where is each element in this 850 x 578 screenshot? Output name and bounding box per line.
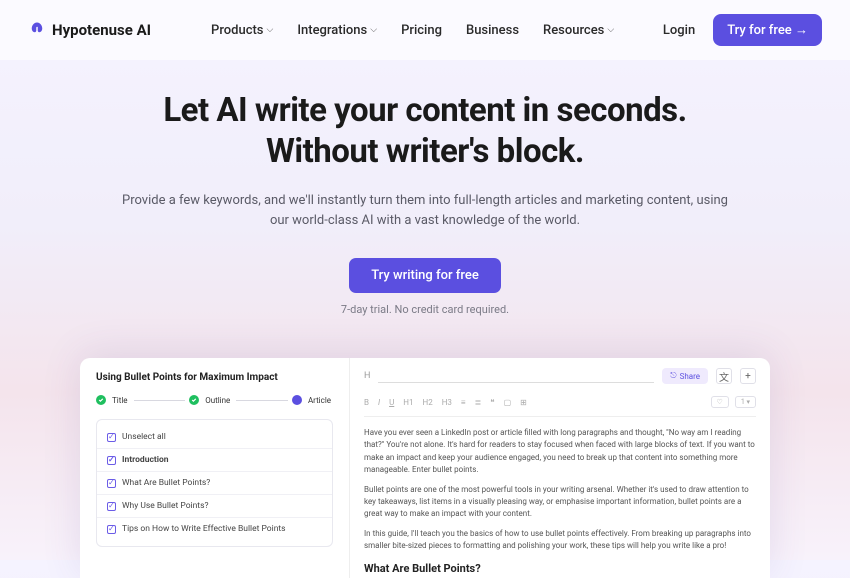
top-nav: Hypotenuse AI Products⌵ Integrations⌵ Pr…	[0, 0, 850, 60]
outline-list: Unselect all Introduction What Are Bulle…	[96, 419, 333, 547]
hero-section: Let AI write your content in seconds. Wi…	[0, 60, 850, 330]
preview-sidebar: Using Bullet Points for Maximum Impact T…	[80, 358, 350, 578]
share-button[interactable]: ⎋Share	[662, 368, 708, 384]
step-active-icon	[292, 395, 302, 405]
document-title: Using Bullet Points for Maximum Impact	[96, 372, 333, 383]
h1-icon[interactable]: H1	[403, 398, 413, 407]
editor-header: H ⎋Share 文 +	[364, 368, 756, 384]
try-free-button[interactable]: Try for free →	[713, 14, 822, 46]
shield-icon[interactable]: ♡	[711, 396, 729, 408]
step-article[interactable]: Article	[308, 396, 331, 405]
h2-icon[interactable]: H2	[422, 398, 432, 407]
outline-item[interactable]: Introduction	[97, 449, 332, 472]
outline-item[interactable]: Tips on How to Write Effective Bullet Po…	[97, 518, 332, 540]
ordered-list-icon[interactable]: ≣	[475, 398, 482, 407]
nav-menu: Products⌵ Integrations⌵ Pricing Business…	[211, 23, 614, 38]
outline-item[interactable]: Why Use Bullet Points?	[97, 495, 332, 518]
paragraph: Have you ever seen a LinkedIn post or ar…	[364, 427, 756, 477]
quote-icon[interactable]: ❝	[490, 398, 494, 407]
checkbox-icon[interactable]	[107, 479, 116, 488]
nav-item-integrations[interactable]: Integrations⌵	[297, 23, 377, 38]
nav-item-resources[interactable]: Resources⌵	[543, 23, 614, 38]
list-icon[interactable]: ≡	[461, 398, 466, 407]
checkbox-icon[interactable]	[107, 456, 116, 465]
nav-item-products[interactable]: Products⌵	[211, 23, 273, 38]
step-check-icon	[96, 395, 106, 405]
italic-icon[interactable]: I	[378, 398, 380, 407]
step-connector	[134, 400, 186, 401]
step-check-icon	[189, 395, 199, 405]
checkbox-icon[interactable]	[107, 525, 116, 534]
hero-title: Let AI write your content in seconds. Wi…	[80, 90, 770, 173]
checkbox-icon[interactable]	[107, 433, 116, 442]
heading-prefix: H	[364, 371, 370, 381]
preview-editor: H ⎋Share 文 + B I U H1 H2 H3 ≡ ≣ ❝ ▢ ⊞ ♡ …	[350, 358, 770, 578]
brand-name: Hypotenuse AI	[52, 21, 151, 39]
plus-icon[interactable]: +	[740, 368, 756, 384]
hero-subtitle: Provide a few keywords, and we'll instan…	[115, 191, 735, 233]
wizard-steps: Title Outline Article	[96, 395, 333, 405]
app-preview: Using Bullet Points for Maximum Impact T…	[80, 358, 770, 578]
editor-content[interactable]: Have you ever seen a LinkedIn post or ar…	[364, 417, 756, 577]
counter-badge[interactable]: 1 ▾	[735, 396, 756, 408]
table-icon[interactable]: ⊞	[520, 398, 527, 407]
brand-logo[interactable]: Hypotenuse AI	[28, 21, 151, 39]
editor-toolbar: B I U H1 H2 H3 ≡ ≣ ❝ ▢ ⊞ ♡ 1 ▾	[364, 392, 756, 417]
login-link[interactable]: Login	[663, 23, 695, 38]
image-icon[interactable]: ▢	[504, 398, 512, 407]
paragraph: Bullet points are one of the most powerf…	[364, 484, 756, 521]
step-title[interactable]: Title	[112, 396, 128, 405]
try-writing-button[interactable]: Try writing for free	[349, 258, 501, 293]
content-heading: What Are Bullet Points?	[364, 560, 756, 577]
title-input[interactable]	[378, 369, 654, 383]
h3-icon[interactable]: H3	[442, 398, 452, 407]
step-connector	[236, 400, 288, 401]
underline-icon[interactable]: U	[389, 398, 394, 407]
trial-note: 7-day trial. No credit card required.	[80, 303, 770, 316]
paragraph: In this guide, I'll teach you the basics…	[364, 528, 756, 553]
step-outline[interactable]: Outline	[205, 396, 230, 405]
share-icon: ⎋	[670, 371, 676, 381]
outline-item[interactable]: What Are Bullet Points?	[97, 472, 332, 495]
logo-icon	[28, 21, 46, 39]
bold-icon[interactable]: B	[364, 398, 369, 407]
translate-icon[interactable]: 文	[716, 368, 732, 384]
chevron-down-icon: ⌵	[370, 25, 377, 35]
hero-cta-wrap: Try writing for free	[80, 258, 770, 293]
nav-item-pricing[interactable]: Pricing	[401, 23, 442, 38]
nav-item-business[interactable]: Business	[466, 23, 519, 38]
unselect-all[interactable]: Unselect all	[97, 426, 332, 449]
chevron-down-icon: ⌵	[607, 25, 614, 35]
checkbox-icon[interactable]	[107, 502, 116, 511]
chevron-down-icon: ⌵	[267, 25, 274, 35]
nav-right: Login Try for free →	[663, 14, 822, 46]
